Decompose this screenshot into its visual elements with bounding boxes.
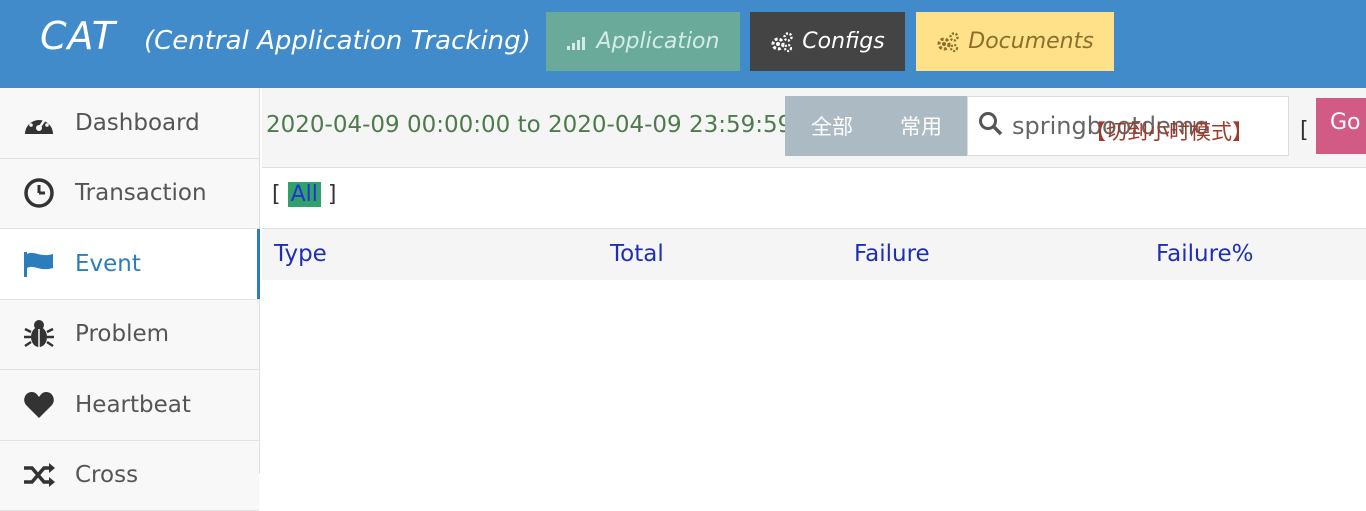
table-header: Type Total Failure Failure% bbox=[262, 228, 1366, 280]
sidebar-item-label: Cross bbox=[75, 462, 138, 488]
go-button[interactable]: Go bbox=[1316, 98, 1366, 154]
sidebar: Dashboard Transaction Event Problem Hear… bbox=[0, 88, 260, 474]
configs-button[interactable]: Configs bbox=[750, 12, 905, 71]
clock-icon bbox=[22, 176, 56, 210]
sidebar-item-transaction[interactable]: Transaction bbox=[0, 159, 259, 230]
brand-name[interactable]: CAT bbox=[40, 14, 116, 58]
all-domains-button[interactable]: 全部 bbox=[785, 96, 879, 156]
more-bracket: [ bbox=[1300, 118, 1316, 143]
application-button[interactable]: Application bbox=[546, 12, 740, 71]
sidebar-item-label: Problem bbox=[75, 321, 169, 347]
heart-icon bbox=[22, 388, 56, 422]
filter-all-link[interactable]: All bbox=[288, 182, 321, 207]
sidebar-item-label: Transaction bbox=[75, 180, 207, 206]
filter-bracket-close: ] bbox=[321, 182, 337, 207]
common-domains-button[interactable]: 常用 bbox=[874, 96, 968, 156]
application-label: Application bbox=[597, 29, 720, 54]
documents-label: Documents bbox=[968, 29, 1093, 54]
signal-bars-icon bbox=[567, 34, 589, 50]
sidebar-item-label: Heartbeat bbox=[75, 392, 191, 418]
flag-icon bbox=[22, 247, 56, 281]
column-header-failure-percent[interactable]: Failure% bbox=[1156, 241, 1254, 267]
type-filter: [ All ] bbox=[272, 182, 336, 207]
configs-label: Configs bbox=[802, 29, 884, 54]
bug-icon bbox=[22, 317, 56, 351]
cogs-icon bbox=[936, 31, 960, 53]
documents-button[interactable]: Documents bbox=[916, 12, 1114, 71]
sidebar-item-label: Dashboard bbox=[75, 110, 200, 136]
search-icon bbox=[978, 111, 1004, 141]
top-header: CAT (Central Application Tracking) Appli… bbox=[0, 0, 1366, 88]
random-icon bbox=[22, 458, 56, 492]
column-header-failure[interactable]: Failure bbox=[854, 241, 930, 267]
sidebar-item-heartbeat[interactable]: Heartbeat bbox=[0, 370, 259, 441]
sidebar-item-problem[interactable]: Problem bbox=[0, 300, 259, 371]
sidebar-item-dashboard[interactable]: Dashboard bbox=[0, 88, 259, 159]
column-header-type[interactable]: Type bbox=[274, 241, 327, 267]
brand-subtitle: (Central Application Tracking) bbox=[144, 26, 531, 56]
report-toolbar: 2020-04-09 00:00:00 to 2020-04-09 23:59:… bbox=[262, 88, 1366, 168]
column-header-total[interactable]: Total bbox=[610, 241, 664, 267]
main-content: 2020-04-09 00:00:00 to 2020-04-09 23:59:… bbox=[262, 88, 1366, 474]
sidebar-item-cross[interactable]: Cross bbox=[0, 441, 259, 511]
cogs-icon bbox=[770, 31, 794, 53]
sidebar-item-label: Event bbox=[75, 251, 141, 277]
sidebar-item-event[interactable]: Event bbox=[0, 229, 259, 300]
filter-bracket-open: [ bbox=[272, 182, 288, 207]
switch-hour-mode-link[interactable]: 【切到小时模式】 bbox=[1085, 116, 1253, 146]
date-range: 2020-04-09 00:00:00 to 2020-04-09 23:59:… bbox=[266, 112, 792, 138]
dashboard-icon bbox=[22, 106, 56, 140]
